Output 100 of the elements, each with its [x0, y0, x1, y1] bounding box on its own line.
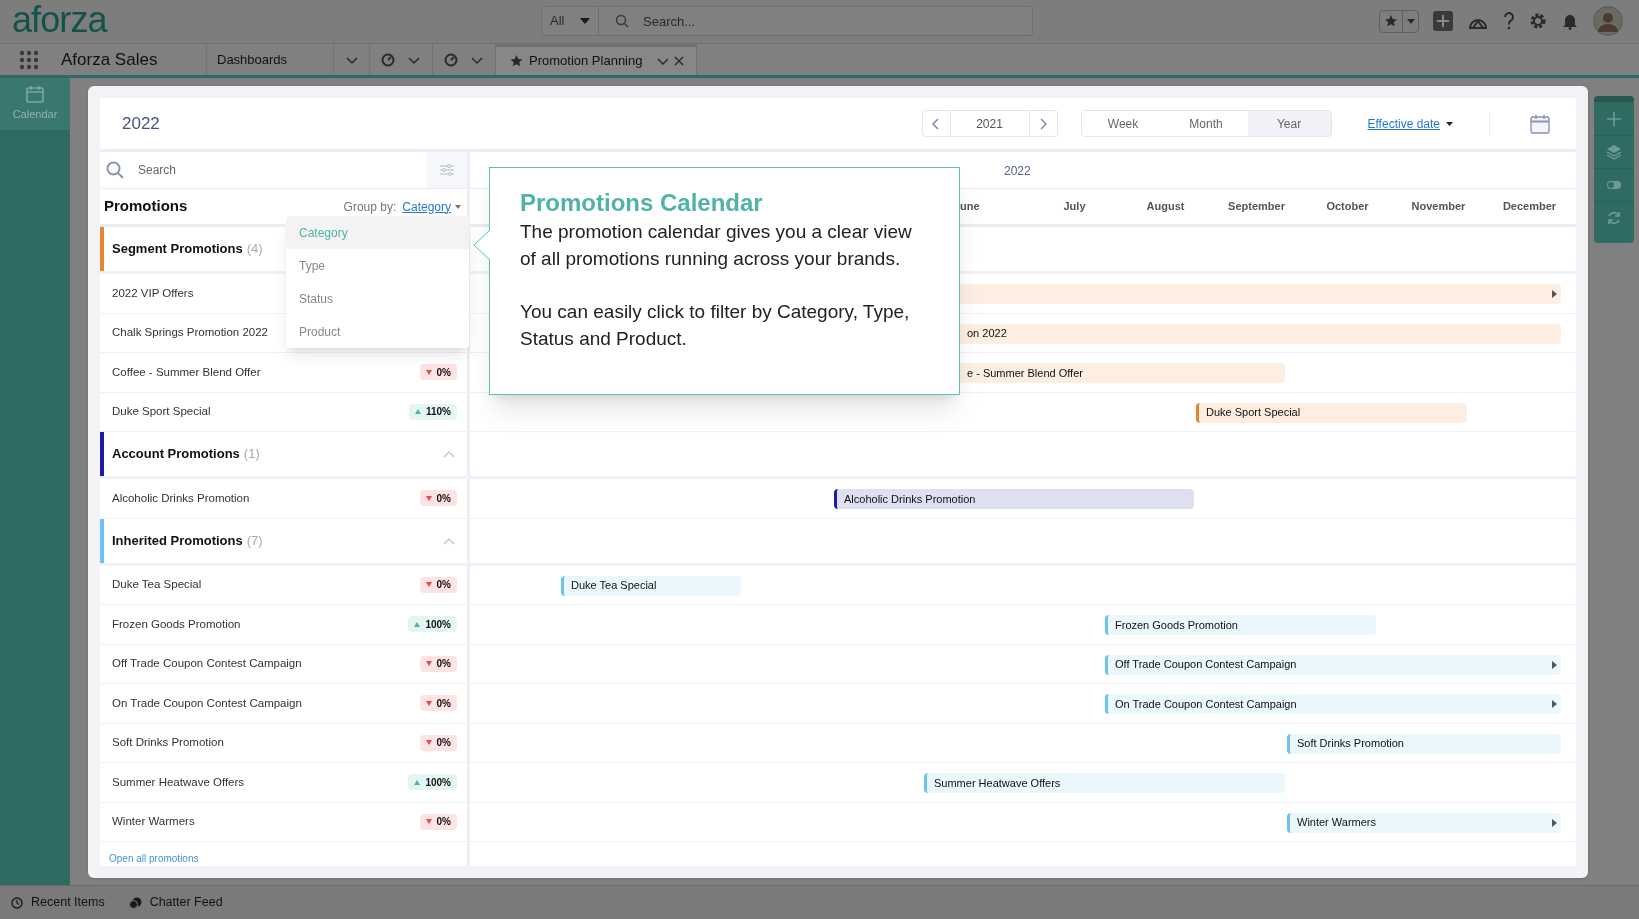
chat-icon [128, 896, 142, 909]
promotion-bar[interactable]: Winter Warmers [1287, 812, 1561, 833]
promotion-name[interactable]: Soft Drinks Promotion [112, 734, 224, 752]
group-title: Segment Promotions (4) [112, 240, 263, 259]
search-icon [615, 14, 629, 28]
chevron-up-icon[interactable] [443, 450, 455, 458]
promotion-bar[interactable]: Duke Tea Special [561, 575, 741, 596]
promotion-bar[interactable]: On Trade Coupon Contest Campaign [1105, 694, 1561, 714]
promotion-name[interactable]: Winter Warmers [112, 813, 195, 831]
calendar-icon [26, 85, 44, 104]
month-label: September [1227, 199, 1286, 215]
gauge-icon [381, 52, 395, 67]
sliders-icon [440, 164, 454, 176]
add-icon [1606, 110, 1622, 127]
caret-icon [1446, 121, 1453, 126]
chevron-right-icon [1039, 117, 1047, 130]
caret-right-icon [1552, 700, 1557, 708]
open-all-link[interactable]: Open all promotions [109, 853, 199, 864]
notifications-icon[interactable] [1561, 12, 1579, 30]
change-badge: 100% [408, 774, 457, 791]
promotion-bar[interactable]: Off Trade Coupon Contest Campaign [1105, 654, 1561, 675]
app-launcher-icon[interactable] [19, 49, 39, 70]
triangle-up-icon [414, 779, 421, 785]
triangle-down-icon [425, 582, 432, 588]
change-badge: 0% [419, 813, 457, 830]
search-field[interactable]: Search [138, 156, 388, 184]
promotion-bar[interactable]: Frozen Goods Promotion [1105, 615, 1376, 635]
chevron-up-icon[interactable] [443, 536, 455, 545]
promotion-bar[interactable]: on 2022 [960, 323, 1561, 344]
search-field[interactable]: Search... [599, 6, 1033, 36]
promotion-name[interactable]: Duke Tea Special [112, 576, 202, 594]
change-badge: 110% [408, 403, 457, 420]
callout-text: You can easily click to filter by Category, Type, Status and Product. [520, 300, 911, 351]
clock-icon [11, 896, 23, 909]
date-field-link[interactable]: Effective date [1367, 114, 1440, 133]
month-label: November [1410, 199, 1467, 215]
change-badge: 0% [419, 734, 457, 751]
add-icon[interactable] [1433, 11, 1453, 31]
month-label: October [1325, 199, 1370, 215]
app-name: Aforza Sales [60, 48, 159, 71]
promotion-name[interactable]: Off Trade Coupon Contest Campaign [112, 655, 302, 673]
calendar-title: 2022 [122, 112, 160, 135]
triangle-down-icon [425, 819, 432, 825]
chevron-left-icon [932, 117, 940, 130]
settings-icon[interactable] [1529, 12, 1547, 30]
promotion-name[interactable]: Alcoholic Drinks Promotion [112, 489, 250, 507]
triangle-down-icon [425, 661, 432, 667]
menu-option[interactable]: Status [286, 282, 469, 315]
month-label: July [1062, 199, 1087, 215]
avatar-icon[interactable] [1593, 6, 1623, 36]
group-by-label: Group by: [343, 198, 397, 216]
month-label: August [1145, 199, 1186, 215]
caret-right-icon [1552, 660, 1557, 669]
tab-menu-button[interactable] [656, 55, 668, 67]
close-icon [674, 56, 684, 66]
caret-icon [1406, 18, 1415, 24]
promotion-name[interactable]: Coffee - Summer Blend Offer [112, 363, 261, 381]
group-header[interactable]: Account Promotions (1) [100, 432, 467, 476]
change-badge: 0% [419, 490, 457, 507]
triangle-down-icon [425, 369, 432, 375]
triangle-down-icon [425, 495, 432, 501]
nav-tab[interactable]: Dashboards [207, 44, 333, 75]
callout-text: The promotion calendar gives you a clear view of all promotions running across your brands. [520, 220, 913, 271]
promotion-bar[interactable]: Duke Sport Special [1196, 402, 1467, 423]
close-tab-button[interactable] [674, 56, 684, 66]
promotion-bar[interactable]: Summer Heatwave Offers [924, 773, 1285, 793]
promotion-name[interactable]: On Trade Coupon Contest Campaign [112, 694, 302, 712]
scope-dropdown[interactable]: All [541, 6, 599, 36]
favorites-menu-button[interactable] [1402, 10, 1418, 32]
gauge-icon [444, 52, 458, 67]
promotion-name[interactable]: Duke Sport Special [112, 403, 211, 421]
promotion-bar[interactable]: Soft Drinks Promotion [1287, 733, 1561, 754]
utility-item[interactable]: Recent Items [11, 893, 105, 912]
promotion-bar[interactable]: e - Summer Blend Offer [960, 363, 1285, 383]
promotion-name[interactable]: Chalk Springs Promotion 2022 [112, 324, 268, 342]
promotion-name[interactable]: 2022 VIP Offers [112, 284, 194, 302]
layers-icon [1606, 144, 1622, 160]
group-title: Account Promotions (1) [112, 445, 260, 464]
list-title: Promotions [104, 196, 188, 217]
promotion-name[interactable]: Frozen Goods Promotion [112, 615, 241, 633]
promotion-name[interactable]: Summer Heatwave Offers [112, 773, 245, 791]
view-tab[interactable]: Year [1247, 111, 1331, 136]
change-badge: 0% [419, 655, 457, 672]
month-label: December [1501, 199, 1558, 215]
change-badge: 0% [419, 695, 457, 712]
refresh-icon [1606, 210, 1622, 226]
menu-option[interactable]: Product [286, 315, 469, 348]
group-header[interactable]: Inherited Promotions (7) [100, 518, 467, 563]
change-badge: 0% [419, 576, 457, 593]
utility-item[interactable]: Chatter Feed [128, 893, 223, 912]
chevron-down-icon [656, 55, 668, 67]
help-icon[interactable] [1503, 12, 1515, 30]
star-icon [510, 54, 523, 68]
calendar-icon[interactable] [1530, 113, 1550, 134]
promotion-bar[interactable]: Alcoholic Drinks Promotion [834, 489, 1194, 509]
callout-title: Promotions Calendar [520, 188, 764, 218]
group-by-link[interactable]: Category [402, 197, 451, 216]
triangle-down-icon [425, 700, 432, 706]
group-title: Inherited Promotions (7) [112, 531, 263, 550]
star-icon [1384, 14, 1398, 28]
